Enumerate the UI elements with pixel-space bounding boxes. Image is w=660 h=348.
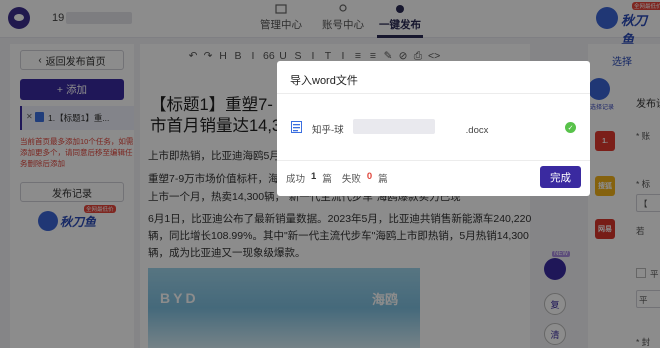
import-stats: 成功 1 篇 失败 0 篇 <box>286 171 388 185</box>
divider <box>277 93 590 94</box>
divider <box>277 160 590 161</box>
dialog-title: 导入word文件 <box>290 75 358 87</box>
fail-count: 0 <box>366 171 373 182</box>
done-button[interactable]: 完成 <box>540 166 581 188</box>
import-word-dialog: 导入word文件 知乎-球 .docx ✓ 成功 1 篇 失败 0 篇 完成 <box>277 61 590 196</box>
check-circle-icon: ✓ <box>565 122 576 133</box>
file-name-redacted <box>353 119 435 134</box>
word-file-icon <box>291 121 302 133</box>
success-count: 1 <box>311 171 317 182</box>
